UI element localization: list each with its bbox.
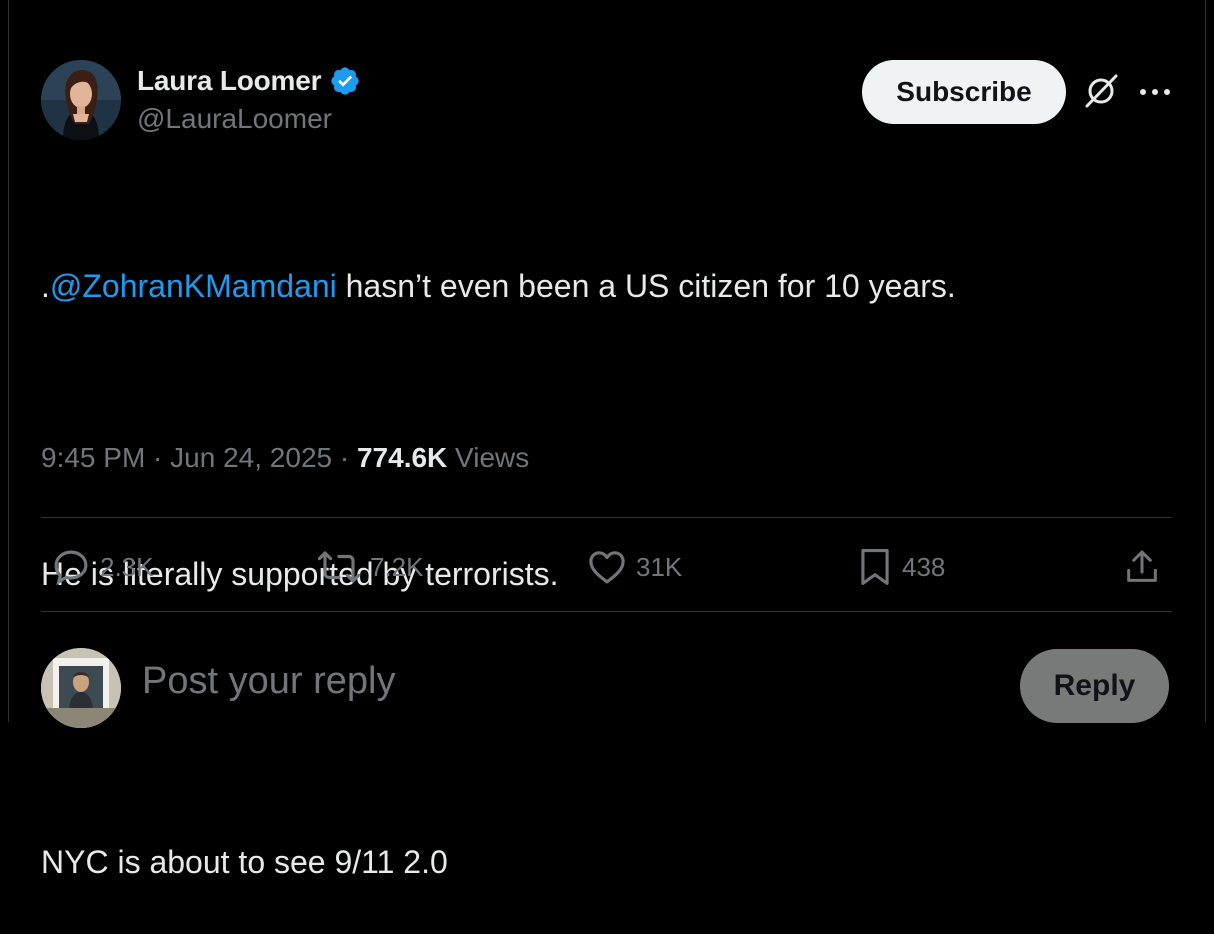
mention-link[interactable]: @ZohranKMamdani (50, 268, 337, 304)
bookmark-count: 438 (902, 551, 946, 582)
tweet-time[interactable]: 9:45 PM (41, 442, 145, 473)
views-label: Views (447, 442, 530, 473)
tweet-prefix: . (41, 268, 50, 304)
author-name-row: Laura Loomer (137, 62, 361, 100)
reply-input[interactable]: Post your reply (142, 660, 395, 703)
heart-icon (589, 551, 625, 584)
meta-separator: · (145, 442, 171, 473)
like-count: 31K (636, 551, 683, 582)
repost-count: 7.2K (370, 551, 424, 582)
author-name[interactable]: Laura Loomer (137, 65, 322, 97)
reply-action[interactable]: 2.3K (50, 540, 154, 594)
verified-badge-icon[interactable] (329, 65, 361, 97)
reply-count: 2.3K (100, 551, 154, 582)
author-handle[interactable]: @LauraLoomer (137, 103, 332, 135)
repost-icon (317, 551, 361, 583)
tweet-line-1-rest: hasn’t even been a US citizen for 10 yea… (336, 268, 956, 304)
tweet-line-3: NYC is about to see 9/11 2.0 (41, 844, 448, 880)
bookmark-icon (861, 549, 889, 585)
like-action[interactable]: 31K (586, 540, 682, 594)
author-avatar[interactable] (41, 60, 121, 140)
subscribe-button[interactable]: Subscribe (862, 60, 1066, 124)
meta-separator: · (332, 442, 357, 473)
reply-button[interactable]: Reply (1020, 649, 1169, 723)
reply-icon (54, 550, 88, 586)
share-action[interactable] (1122, 540, 1162, 594)
tweet-meta: 9:45 PM · Jun 24, 2025 · 774.6K Views (41, 442, 529, 474)
views-count[interactable]: 774.6K (357, 442, 447, 473)
grok-icon[interactable] (1082, 72, 1120, 110)
bookmark-action[interactable]: 438 (856, 540, 945, 594)
divider-bottom (41, 611, 1172, 612)
tweet-date[interactable]: Jun 24, 2025 (170, 442, 332, 473)
current-user-avatar[interactable] (41, 648, 121, 728)
repost-action[interactable]: 7.2K (316, 540, 424, 594)
share-icon (1127, 550, 1157, 582)
tweet-line-1: .@ZohranKMamdani hasn’t even been a US c… (41, 262, 1171, 310)
more-icon[interactable] (1138, 80, 1172, 104)
divider-top (41, 517, 1172, 518)
